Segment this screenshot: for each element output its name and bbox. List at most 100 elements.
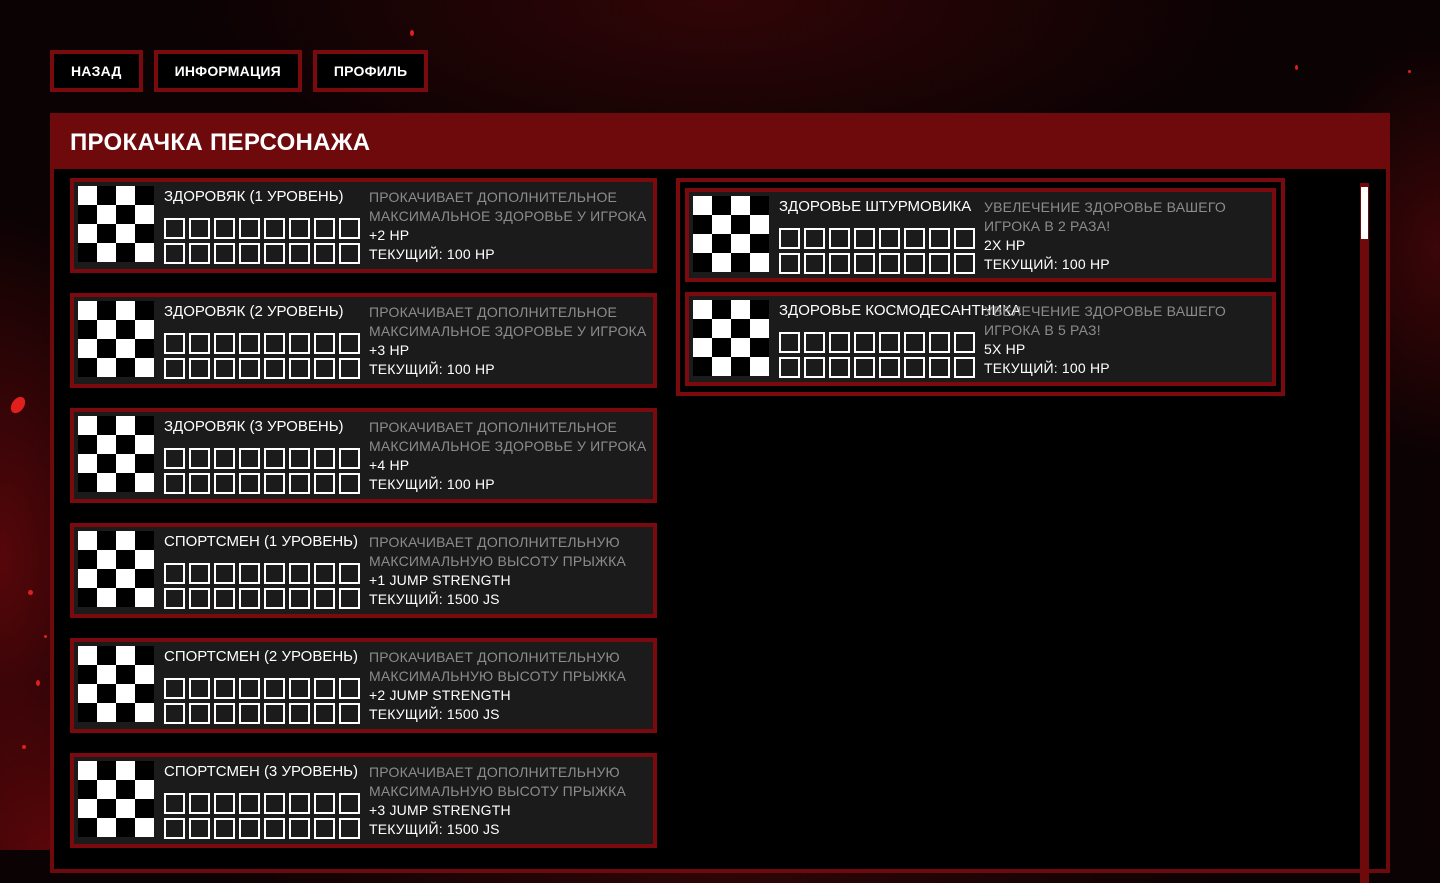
checker-cell <box>116 818 135 837</box>
ember-particle <box>36 680 40 686</box>
upgrade-icon-placeholder <box>693 196 769 272</box>
checker-cell <box>750 196 769 215</box>
level-slots-row <box>164 793 364 814</box>
level-slot <box>954 253 975 274</box>
level-slot <box>189 563 210 584</box>
level-slot <box>804 228 825 249</box>
level-slot <box>929 253 950 274</box>
checker-cell <box>116 243 135 262</box>
checker-cell <box>78 205 97 224</box>
level-slot <box>779 332 800 353</box>
level-slot <box>239 818 260 839</box>
upgrade-card[interactable]: ЗДОРОВЯК (3 УРОВЕНЬ) ПРОКАЧИВАЕТ ДОПОЛНИ… <box>70 408 657 503</box>
back-button[interactable]: НАЗАД <box>50 50 143 92</box>
level-slots-row <box>779 332 979 353</box>
upgrade-description-block: ПРОКАЧИВАЕТ ДОПОЛНИТЕЛЬНУЮ МАКСИМАЛЬНУЮ … <box>369 763 659 839</box>
level-slot <box>289 563 310 584</box>
level-slot <box>954 357 975 378</box>
checker-cell <box>97 243 116 262</box>
checker-cell <box>78 646 97 665</box>
upgrade-name: ЗДОРОВЯК (2 УРОВЕНЬ) <box>164 303 344 320</box>
upgrade-card[interactable]: СПОРТСМЕН (2 УРОВЕНЬ) ПРОКАЧИВАЕТ ДОПОЛН… <box>70 638 657 733</box>
upgrade-card[interactable]: ЗДОРОВЯК (2 УРОВЕНЬ) ПРОКАЧИВАЕТ ДОПОЛНИ… <box>70 293 657 388</box>
upgrade-bonus: +3 JUMP STRENGTH <box>369 802 511 818</box>
checker-cell <box>712 319 731 338</box>
info-button[interactable]: ИНФОРМАЦИЯ <box>153 50 302 92</box>
level-slot <box>339 818 360 839</box>
level-slot <box>289 243 310 264</box>
checker-cell <box>78 531 97 550</box>
checker-cell <box>116 301 135 320</box>
level-slot <box>954 228 975 249</box>
level-slot <box>239 333 260 354</box>
level-slot <box>289 333 310 354</box>
upgrade-card[interactable]: СПОРТСМЕН (1 УРОВЕНЬ) ПРОКАЧИВАЕТ ДОПОЛН… <box>70 523 657 618</box>
checker-cell <box>97 761 116 780</box>
checker-cell <box>135 761 154 780</box>
checker-cell <box>116 339 135 358</box>
ember-particle <box>410 30 414 36</box>
level-slot <box>164 703 185 724</box>
upgrade-icon-placeholder <box>78 186 154 262</box>
level-slot <box>339 333 360 354</box>
checker-cell <box>693 338 712 357</box>
checker-cell <box>78 588 97 607</box>
level-slot <box>314 793 335 814</box>
level-slot <box>339 358 360 379</box>
level-slot <box>314 703 335 724</box>
level-slot <box>214 218 235 239</box>
checker-cell <box>78 761 97 780</box>
checker-cell <box>712 196 731 215</box>
checker-cell <box>116 358 135 377</box>
checker-cell <box>135 243 154 262</box>
checker-cell <box>78 818 97 837</box>
checker-cell <box>731 319 750 338</box>
upgrade-description-block: УВЕЛЕЧЕНИЕ ЗДОРОВЬЕ ВАШЕГО ИГРОКА В 5 РА… <box>984 302 1274 378</box>
checker-cell <box>97 473 116 492</box>
level-slot <box>314 678 335 699</box>
upgrade-card[interactable]: ЗДОРОВЬЕ ШТУРМОВИКА УВЕЛЕЧЕНИЕ ЗДОРОВЬЕ … <box>685 188 1276 282</box>
checker-cell <box>135 550 154 569</box>
checker-cell <box>78 301 97 320</box>
checker-cell <box>116 646 135 665</box>
scrollbar-track[interactable] <box>1360 183 1369 883</box>
level-slot <box>904 357 925 378</box>
checker-cell <box>116 320 135 339</box>
checker-cell <box>78 435 97 454</box>
panel-header: ПРОКАЧКА ПЕРСОНАЖА <box>54 117 1386 169</box>
level-slot <box>264 243 285 264</box>
upgrade-list-right: ЗДОРОВЬЕ ШТУРМОВИКА УВЕЛЕЧЕНИЕ ЗДОРОВЬЕ … <box>676 178 1285 396</box>
level-slots-row <box>164 678 364 699</box>
checker-cell <box>78 186 97 205</box>
level-slot <box>854 332 875 353</box>
level-slot <box>829 228 850 249</box>
checker-cell <box>116 224 135 243</box>
level-slot <box>804 357 825 378</box>
ember-particle <box>22 745 26 749</box>
upgrade-list-left: ЗДОРОВЯК (1 УРОВЕНЬ) ПРОКАЧИВАЕТ ДОПОЛНИ… <box>70 178 657 848</box>
level-slot <box>264 473 285 494</box>
level-slot <box>854 228 875 249</box>
level-slot <box>314 358 335 379</box>
upgrade-card[interactable]: ЗДОРОВЯК (1 УРОВЕНЬ) ПРОКАЧИВАЕТ ДОПОЛНИ… <box>70 178 657 273</box>
checker-cell <box>116 799 135 818</box>
level-slot <box>339 588 360 609</box>
scrollbar-thumb[interactable] <box>1361 187 1368 239</box>
level-slot <box>189 588 210 609</box>
checker-cell <box>78 684 97 703</box>
upgrade-description-block: ПРОКАЧИВАЕТ ДОПОЛНИТЕЛЬНОЕ МАКСИМАЛЬНОЕ … <box>369 303 659 379</box>
upgrade-card[interactable]: ЗДОРОВЬЕ КОСМОДЕСАНТНИКА УВЕЛЕЧЕНИЕ ЗДОР… <box>685 292 1276 386</box>
upgrade-bonus: +2 JUMP STRENGTH <box>369 687 511 703</box>
profile-button[interactable]: ПРОФИЛЬ <box>312 50 429 92</box>
upgrade-name: СПОРТСМЕН (2 УРОВЕНЬ) <box>164 648 358 665</box>
upgrade-description: ПРОКАЧИВАЕТ ДОПОЛНИТЕЛЬНУЮ МАКСИМАЛЬНУЮ … <box>369 534 627 569</box>
checker-cell <box>97 339 116 358</box>
upgrade-description-block: ПРОКАЧИВАЕТ ДОПОЛНИТЕЛЬНУЮ МАКСИМАЛЬНУЮ … <box>369 533 659 609</box>
checker-cell <box>78 416 97 435</box>
level-slot <box>164 243 185 264</box>
level-slot <box>239 678 260 699</box>
upgrade-card[interactable]: СПОРТСМЕН (3 УРОВЕНЬ) ПРОКАЧИВАЕТ ДОПОЛН… <box>70 753 657 848</box>
level-slot <box>289 473 310 494</box>
checker-cell <box>750 319 769 338</box>
level-slot <box>264 333 285 354</box>
